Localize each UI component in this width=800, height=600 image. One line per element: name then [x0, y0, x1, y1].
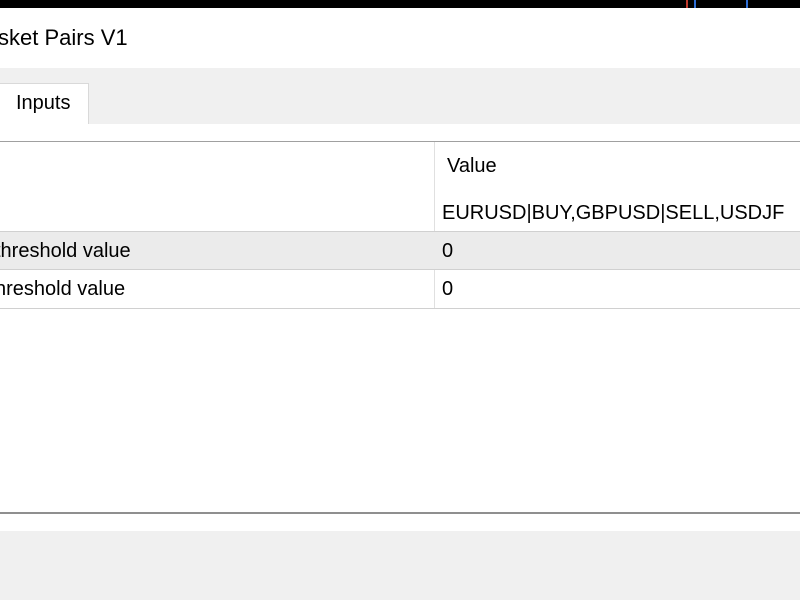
value-column-header[interactable]: Value: [447, 155, 497, 178]
parameter-value[interactable]: 0: [442, 278, 453, 301]
chart-edge-strip: [0, 0, 800, 8]
dialog-title-bar[interactable]: sket Pairs V1: [0, 8, 800, 68]
dialog-title: sket Pairs V1: [0, 25, 128, 50]
parameter-value[interactable]: EURUSD|BUY,GBPUSD|SELL,USDJF: [442, 202, 784, 225]
chart-mark: [746, 0, 748, 8]
table-row[interactable]: EURUSD|BUY,GBPUSD|SELL,USDJF: [0, 192, 800, 232]
table-row[interactable]: hreshold value 0: [0, 270, 800, 309]
table-row[interactable]: threshold value 0: [0, 231, 800, 270]
chart-mark: [686, 0, 688, 8]
panel-bottom-band: [0, 513, 800, 531]
chart-mark: [694, 0, 696, 8]
parameter-value[interactable]: 0: [442, 240, 453, 263]
parameters-grid: Value EURUSD|BUY,GBPUSD|SELL,USDJF thres…: [0, 141, 800, 513]
parameter-name: threshold value: [0, 240, 131, 262]
parameter-name: hreshold value: [0, 278, 126, 300]
tab-inputs[interactable]: Inputs: [0, 83, 89, 124]
tab-inputs-label: Inputs: [16, 92, 71, 114]
inputs-panel: Value EURUSD|BUY,GBPUSD|SELL,USDJF thres…: [0, 124, 800, 513]
dialog-footer: [0, 531, 800, 600]
tab-strip: Inputs: [0, 68, 800, 124]
